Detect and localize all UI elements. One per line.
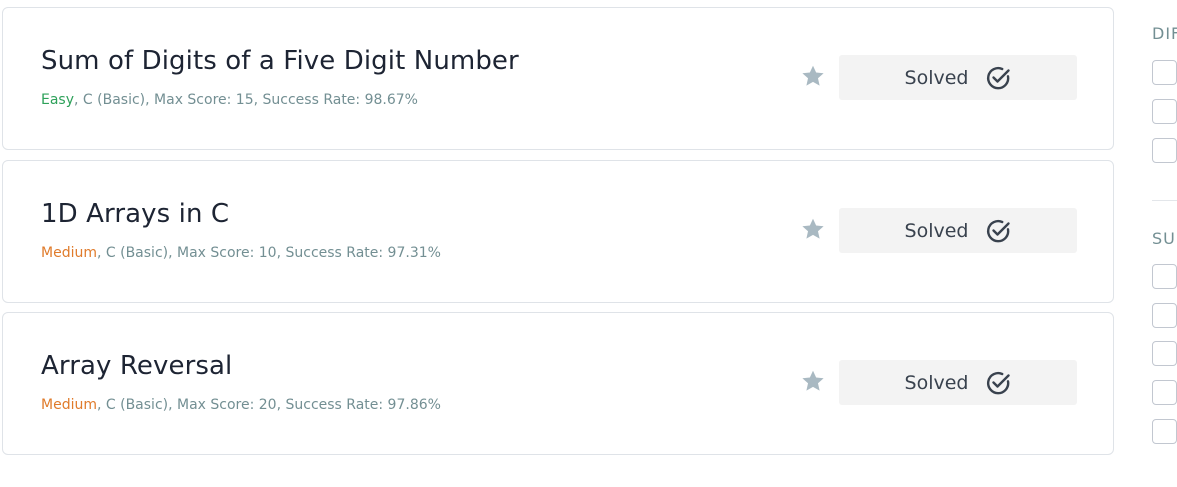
difficulty-checkbox[interactable]	[1152, 60, 1177, 85]
subdomain-checkbox[interactable]	[1152, 303, 1177, 328]
check-circle-icon	[987, 219, 1011, 242]
difficulty-filter-heading: DIF	[1152, 24, 1177, 43]
difficulty-checkbox[interactable]	[1152, 138, 1177, 163]
solved-button[interactable]: Solved	[839, 55, 1077, 100]
difficulty-label: Medium	[41, 245, 97, 261]
filter-divider	[1152, 200, 1177, 201]
challenge-card[interactable]: Sum of Digits of a Five Digit Number Eas…	[2, 7, 1114, 150]
star-icon[interactable]	[800, 216, 826, 242]
challenge-title[interactable]: Array Reversal	[41, 351, 232, 381]
challenge-details: , C (Basic), Max Score: 15, Success Rate…	[74, 92, 418, 108]
challenge-card[interactable]: 1D Arrays in C Medium, C (Basic), Max Sc…	[2, 160, 1114, 303]
challenge-title[interactable]: Sum of Digits of a Five Digit Number	[41, 46, 519, 76]
solved-label: Solved	[904, 371, 969, 394]
subdomain-checkbox[interactable]	[1152, 264, 1177, 289]
check-circle-icon	[987, 371, 1011, 394]
subdomain-checkbox[interactable]	[1152, 380, 1177, 405]
subdomain-checkbox[interactable]	[1152, 341, 1177, 366]
solved-button[interactable]: Solved	[839, 360, 1077, 405]
challenge-meta: Medium, C (Basic), Max Score: 10, Succes…	[41, 245, 441, 261]
subdomain-filter-heading: SUI	[1152, 229, 1177, 248]
difficulty-checkbox[interactable]	[1152, 99, 1177, 124]
challenge-card[interactable]: Array Reversal Medium, C (Basic), Max Sc…	[2, 312, 1114, 455]
difficulty-label: Medium	[41, 397, 97, 413]
check-circle-icon	[987, 66, 1011, 89]
solved-label: Solved	[904, 66, 969, 89]
subdomain-checkbox[interactable]	[1152, 419, 1177, 444]
solved-label: Solved	[904, 219, 969, 242]
challenge-details: , C (Basic), Max Score: 10, Success Rate…	[96, 245, 441, 261]
challenge-meta: Easy, C (Basic), Max Score: 15, Success …	[41, 92, 418, 108]
challenge-meta: Medium, C (Basic), Max Score: 20, Succes…	[41, 397, 441, 413]
filter-sidebar: DIF SUI	[1140, 0, 1177, 487]
challenge-title[interactable]: 1D Arrays in C	[41, 199, 229, 229]
star-icon[interactable]	[800, 63, 826, 89]
challenge-details: , C (Basic), Max Score: 20, Success Rate…	[96, 397, 441, 413]
star-icon[interactable]	[800, 368, 826, 394]
difficulty-label: Easy	[41, 92, 75, 108]
solved-button[interactable]: Solved	[839, 208, 1077, 253]
